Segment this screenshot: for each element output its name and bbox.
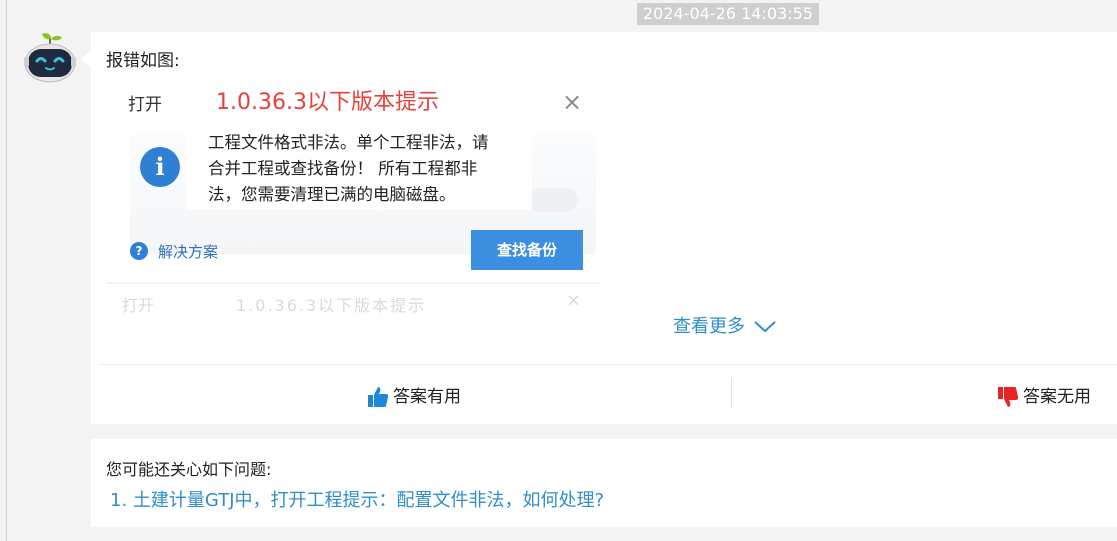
- thumbs-up-icon: [368, 387, 389, 407]
- dialog-message-line: 法，您需要清理已满的电脑磁盘。: [208, 185, 456, 204]
- faded-duplicate-dialog: 打开 1.0.36.3以下版本提示 ×: [106, 282, 600, 318]
- close-icon: ×: [562, 88, 583, 116]
- message-text: 报错如图:: [106, 51, 180, 71]
- bubble-tail: [81, 50, 91, 68]
- solution-link: 解决方案: [158, 243, 219, 261]
- answer-useful-label: 答案有用: [393, 387, 461, 407]
- dialog-background-pill: [528, 188, 578, 212]
- version-note: 1.0.36.3以下版本提示: [216, 90, 439, 115]
- dialog-message-line: 合并工程或查找备份！ 所有工程都非: [208, 159, 478, 178]
- feedback-separator: [731, 378, 732, 408]
- faded-version-note: 1.0.36.3以下版本提示: [236, 296, 427, 315]
- thumbs-down-icon: [998, 387, 1019, 407]
- faded-close-icon: ×: [566, 290, 582, 311]
- info-icon: i: [140, 147, 180, 187]
- see-more-label: 查看更多: [673, 316, 745, 337]
- answer-useless-button[interactable]: 答案无用: [997, 384, 1091, 410]
- answer-useful-button[interactable]: 答案有用: [367, 384, 461, 410]
- feedback-divider: [99, 364, 1117, 365]
- question-icon: ?: [130, 242, 148, 260]
- bot-avatar: [22, 30, 78, 86]
- related-questions-title: 您可能还关心如下问题:: [106, 460, 272, 479]
- dialog-message-line: 工程文件格式非法。单个工程非法，请: [208, 133, 489, 152]
- faded-dialog-title: 打开: [122, 296, 155, 315]
- error-screenshot[interactable]: 打开 1.0.36.3以下版本提示 × i 工程文件格式非法。单个工程非法，请 …: [106, 82, 600, 318]
- message-timestamp: 2024-04-26 14:03:55: [637, 3, 819, 25]
- see-more-link[interactable]: 查看更多: [673, 315, 777, 339]
- answer-useless-label: 答案无用: [1023, 387, 1091, 407]
- find-backup-button: 查找备份: [471, 230, 583, 270]
- chevron-down-icon: [754, 321, 776, 333]
- related-question-link[interactable]: 1. 土建计量GTJ中，打开工程提示：配置文件非法，如何处理?: [110, 486, 604, 512]
- related-questions-card: [91, 439, 1117, 527]
- dialog-message: 工程文件格式非法。单个工程非法，请 合并工程或查找备份！ 所有工程都非 法，您需…: [208, 130, 528, 208]
- dialog-title: 打开: [128, 95, 162, 115]
- robot-icon: [24, 33, 76, 83]
- left-border: [6, 0, 7, 541]
